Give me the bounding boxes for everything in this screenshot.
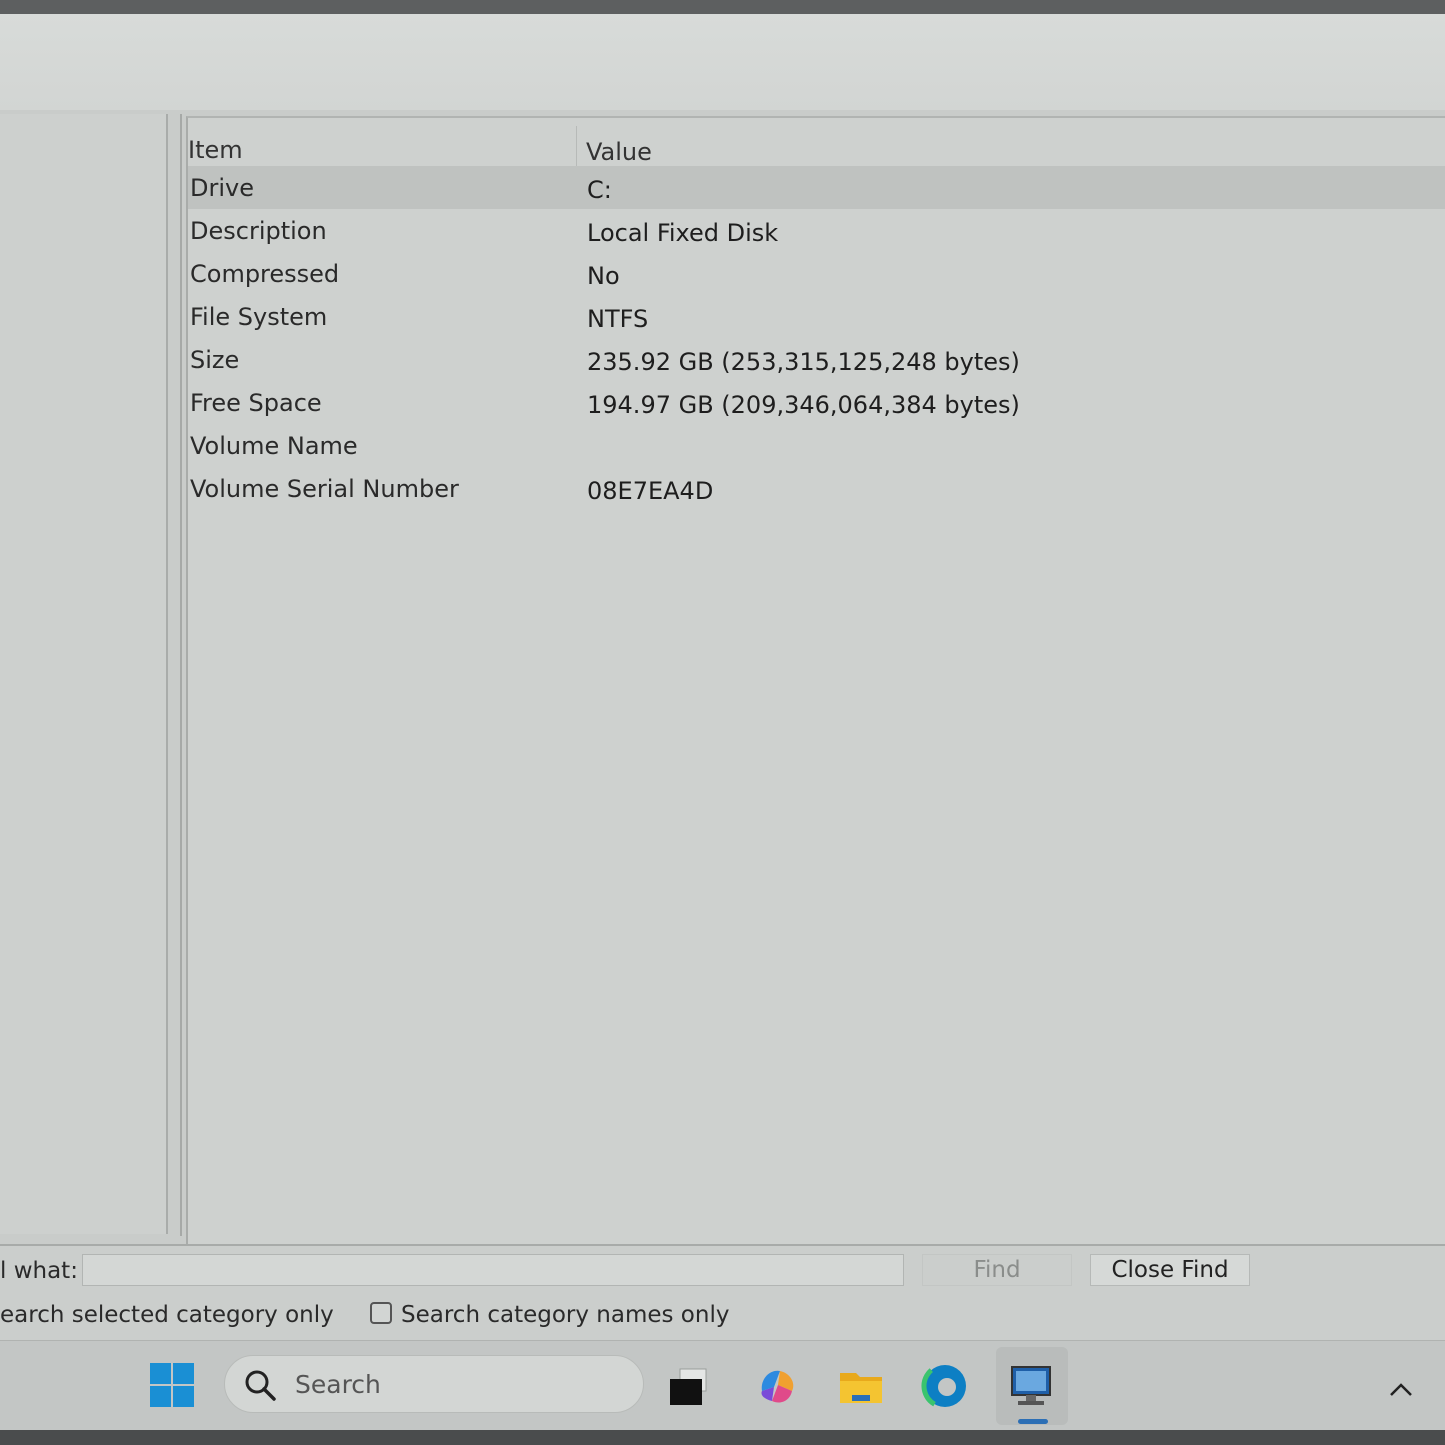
table-row[interactable]: Free Space 194.97 GB (209,346,064,384 by…: [188, 381, 1445, 424]
search-category-names-checkbox[interactable]: [370, 1302, 392, 1324]
row-item: Compressed: [190, 260, 340, 288]
active-app-indicator: [1018, 1419, 1048, 1424]
column-header-value[interactable]: Value: [586, 138, 652, 166]
task-view-icon[interactable]: [664, 1361, 714, 1411]
chevron-up-icon[interactable]: [1388, 1381, 1414, 1397]
file-explorer-icon[interactable]: [836, 1361, 886, 1411]
row-value: 194.97 GB (209,346,064,384 bytes): [587, 391, 1020, 419]
table-row[interactable]: File System NTFS: [188, 295, 1445, 338]
find-button[interactable]: Find: [922, 1254, 1072, 1286]
details-table-body: Drive C: Description Local Fixed Disk Co…: [188, 166, 1445, 510]
find-what-label: l what:: [0, 1258, 78, 1284]
taskbar: Search: [0, 1340, 1445, 1431]
row-item: Drive: [190, 174, 254, 202]
details-pane: Item Value Drive C: Description Local Fi…: [186, 116, 1445, 1244]
table-header: Item Value: [188, 126, 1445, 170]
screen-bezel-bottom: [0, 1430, 1445, 1445]
row-item: Volume Name: [190, 432, 358, 460]
taskbar-search-box[interactable]: Search: [224, 1355, 644, 1413]
row-item: Volume Serial Number: [190, 475, 459, 503]
window-title-area: [0, 14, 1445, 110]
find-bar: l what: Find Close Find earch selected c…: [0, 1244, 1445, 1342]
row-value: C:: [587, 176, 612, 204]
search-selected-category-option[interactable]: earch selected category only: [0, 1302, 334, 1328]
copilot-icon[interactable]: [752, 1361, 802, 1411]
windows-start-icon[interactable]: [148, 1361, 198, 1411]
column-divider[interactable]: [576, 126, 577, 170]
category-tree-pane[interactable]: [0, 114, 168, 1234]
table-row[interactable]: Volume Name: [188, 424, 1445, 467]
search-category-names-label[interactable]: Search category names only: [401, 1302, 729, 1328]
row-value: 08E7EA4D: [587, 477, 714, 505]
close-find-button[interactable]: Close Find: [1090, 1254, 1250, 1286]
screen-bezel-top: [0, 0, 1445, 14]
table-row[interactable]: Description Local Fixed Disk: [188, 209, 1445, 252]
search-icon: [245, 1370, 276, 1401]
row-item: File System: [190, 303, 328, 331]
table-row[interactable]: Volume Serial Number 08E7EA4D: [188, 467, 1445, 510]
row-item: Size: [190, 346, 240, 374]
row-value: Local Fixed Disk: [587, 219, 779, 247]
table-row[interactable]: Compressed No: [188, 252, 1445, 295]
table-row[interactable]: Size 235.92 GB (253,315,125,248 bytes): [188, 338, 1445, 381]
row-value: No: [587, 262, 620, 290]
table-row[interactable]: Drive C:: [188, 166, 1445, 209]
row-value: 235.92 GB (253,315,125,248 bytes): [587, 348, 1020, 376]
row-item: Description: [190, 217, 327, 245]
pane-splitter[interactable]: [168, 114, 182, 1236]
row-item: Free Space: [190, 389, 322, 417]
column-header-item[interactable]: Item: [188, 136, 243, 164]
find-what-input[interactable]: [82, 1254, 904, 1286]
search-placeholder: Search: [295, 1370, 381, 1399]
system-information-icon[interactable]: [1006, 1361, 1056, 1411]
edge-icon[interactable]: [920, 1361, 970, 1411]
row-value: NTFS: [587, 305, 649, 333]
